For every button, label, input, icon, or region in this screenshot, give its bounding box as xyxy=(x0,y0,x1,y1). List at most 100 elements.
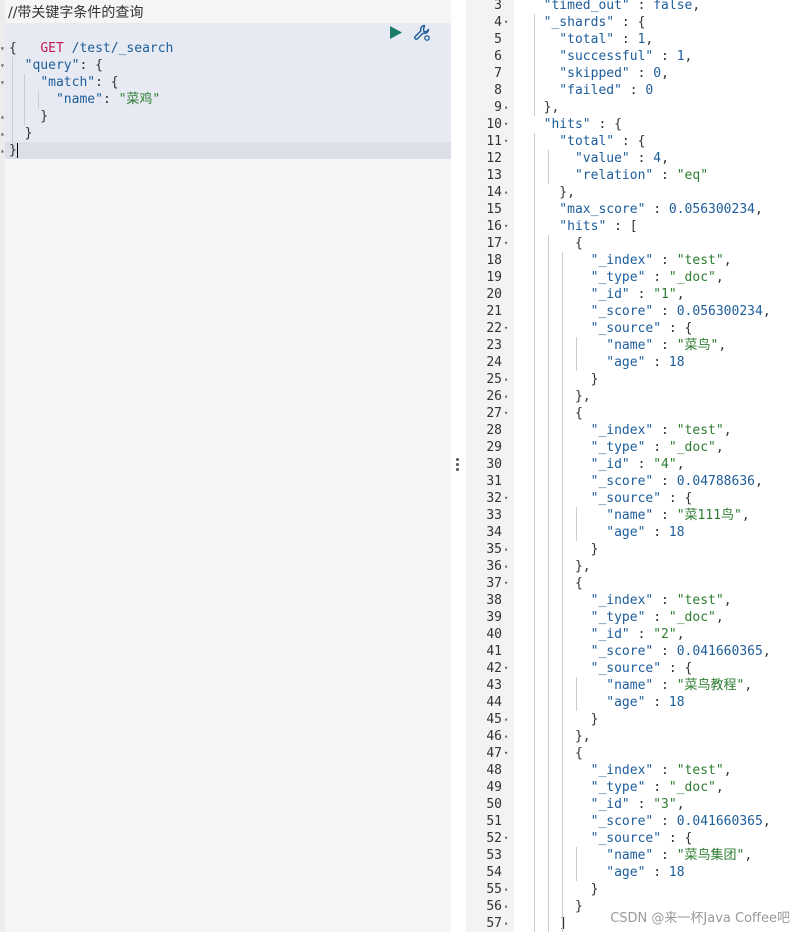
name-key: "name" xyxy=(55,92,103,107)
fold-toggle-icon[interactable]: ▾ xyxy=(0,74,5,91)
indent-guide xyxy=(24,74,25,125)
response-code-text: "relation" : "eq" xyxy=(528,168,709,183)
fold-toggle-icon[interactable]: ▴ xyxy=(0,125,5,142)
line-number: 48 xyxy=(486,763,502,778)
line-number: 6 xyxy=(494,49,502,64)
fold-toggle-icon[interactable]: ▾ xyxy=(504,116,508,133)
response-line: 41 "_score" : 0.041660365, xyxy=(466,643,798,660)
fold-toggle-icon[interactable]: ▴ xyxy=(504,541,508,558)
request-editor[interactable]: //带关键字条件的查询 GET /test/_search ▾ { ▾ "que… xyxy=(0,0,451,932)
fold-toggle-icon[interactable]: ▾ xyxy=(0,57,5,74)
response-line: 5 "total" : 1, xyxy=(466,31,798,48)
response-line: 46 ▴ }, xyxy=(466,728,798,745)
response-line: 12 "value" : 4, xyxy=(466,150,798,167)
fold-toggle-icon[interactable]: ▴ xyxy=(504,728,508,745)
fold-toggle-icon[interactable]: ▾ xyxy=(504,235,508,252)
line-number: 13 xyxy=(486,168,502,183)
fold-toggle-icon[interactable]: ▾ xyxy=(504,575,508,592)
response-line: 27 ▾ { xyxy=(466,405,798,422)
indent-guide xyxy=(548,150,549,184)
play-icon[interactable] xyxy=(389,25,403,40)
response-code-text: "_source" : { xyxy=(528,661,693,676)
code-line: } xyxy=(9,109,49,124)
fold-toggle-icon[interactable]: ▾ xyxy=(504,745,508,762)
fold-toggle-icon[interactable]: ▴ xyxy=(0,142,5,159)
fold-toggle-icon[interactable]: ▴ xyxy=(504,371,508,388)
response-code-text: "max_score" : 0.056300234, xyxy=(528,202,763,217)
line-number: 18 xyxy=(486,253,502,268)
response-line: 53 "name" : "菜鸟集团", xyxy=(466,847,798,864)
response-line: 22 ▾ "_source" : { xyxy=(466,320,798,337)
vertical-dots-icon[interactable] xyxy=(456,457,460,473)
wrench-icon[interactable] xyxy=(413,24,431,42)
response-code-text: "_type" : "_doc", xyxy=(528,440,724,455)
fold-toggle-icon[interactable]: ▴ xyxy=(0,108,5,125)
fold-toggle-icon[interactable]: ▴ xyxy=(504,388,508,405)
response-code-text: "_id" : "1", xyxy=(528,287,685,302)
response-line: 40 "_id" : "2", xyxy=(466,626,798,643)
line-number: 36 xyxy=(486,559,502,574)
response-viewer[interactable]: 3 "timed_out" : false, 4 ▾ "_shards" : {5 … xyxy=(466,0,798,932)
response-code-text: "successful" : 1, xyxy=(528,49,693,64)
response-line: 37 ▾ { xyxy=(466,575,798,592)
fold-toggle-icon[interactable]: ▴ xyxy=(504,915,508,932)
fold-toggle-icon[interactable]: ▾ xyxy=(504,660,508,677)
fold-toggle-icon[interactable]: ▴ xyxy=(504,881,508,898)
response-code-text: "_score" : 0.041660365, xyxy=(528,814,771,829)
response-line: 14 ▴ }, xyxy=(466,184,798,201)
response-code-text: "_index" : "test", xyxy=(528,253,732,268)
fold-toggle-icon[interactable]: ▾ xyxy=(504,14,508,31)
line-number: 40 xyxy=(486,627,502,642)
response-code-text: "name" : "菜鸟", xyxy=(528,338,727,353)
line-number: 49 xyxy=(486,780,502,795)
line-number: 22 xyxy=(486,321,502,336)
response-code-text: } xyxy=(528,542,599,557)
fold-toggle-icon[interactable]: ▴ xyxy=(504,898,508,915)
fold-toggle-icon[interactable]: ▴ xyxy=(504,184,508,201)
response-line: 6 "successful" : 1, xyxy=(466,48,798,65)
response-line: 17 ▾ { xyxy=(466,235,798,252)
line-number: 33 xyxy=(486,508,502,523)
response-line: 29 "_type" : "_doc", xyxy=(466,439,798,456)
fold-toggle-icon[interactable]: ▾ xyxy=(504,218,508,235)
response-code-text: "_id" : "4", xyxy=(528,457,685,472)
response-line: 18 "_index" : "test", xyxy=(466,252,798,269)
code-line: "match": { xyxy=(40,75,119,90)
response-code-text: "hits" : { xyxy=(528,117,622,132)
fold-toggle-icon[interactable]: ▴ xyxy=(504,711,508,728)
line-number: 14 xyxy=(486,185,502,200)
indent-guide xyxy=(38,91,39,108)
fold-toggle-icon[interactable]: ▾ xyxy=(504,133,508,150)
response-line: 28 "_index" : "test", xyxy=(466,422,798,439)
fold-toggle-icon[interactable]: ▾ xyxy=(0,40,5,57)
fold-toggle-icon[interactable]: ▾ xyxy=(504,405,508,422)
indent-guide xyxy=(576,507,577,541)
fold-toggle-icon[interactable]: ▾ xyxy=(504,320,508,337)
response-line: 36 ▴ }, xyxy=(466,558,798,575)
request-line[interactable]: GET /test/_search xyxy=(9,23,173,56)
fold-toggle-icon[interactable]: ▴ xyxy=(504,99,508,116)
response-line: 52 ▾ "_source" : { xyxy=(466,830,798,847)
response-code-text: } xyxy=(528,899,583,914)
response-line: 47 ▾ { xyxy=(466,745,798,762)
response-line: 16 ▾ "hits" : [ xyxy=(466,218,798,235)
line-number: 34 xyxy=(486,525,502,540)
response-code-text: } xyxy=(528,372,599,387)
fold-toggle-icon[interactable]: ▴ xyxy=(504,558,508,575)
fold-toggle-icon[interactable]: ▾ xyxy=(504,830,508,847)
response-line: 15 "max_score" : 0.056300234, xyxy=(466,201,798,218)
line-number: 53 xyxy=(486,848,502,863)
response-line: 23 "name" : "菜鸟", xyxy=(466,337,798,354)
line-number: 26 xyxy=(486,389,502,404)
fold-toggle-icon[interactable]: ▾ xyxy=(504,490,508,507)
response-code-text: }, xyxy=(528,729,591,744)
response-line: 24 "age" : 18 xyxy=(466,354,798,371)
indent-guide xyxy=(562,762,563,932)
line-number: 23 xyxy=(486,338,502,353)
response-code-text: "_score" : 0.041660365, xyxy=(528,644,771,659)
indent-guide xyxy=(12,57,13,142)
line-number: 52 xyxy=(486,831,502,846)
response-code-text: "_score" : 0.056300234, xyxy=(528,304,771,319)
response-code-text: }, xyxy=(528,389,591,404)
line-number: 37 xyxy=(486,576,502,591)
